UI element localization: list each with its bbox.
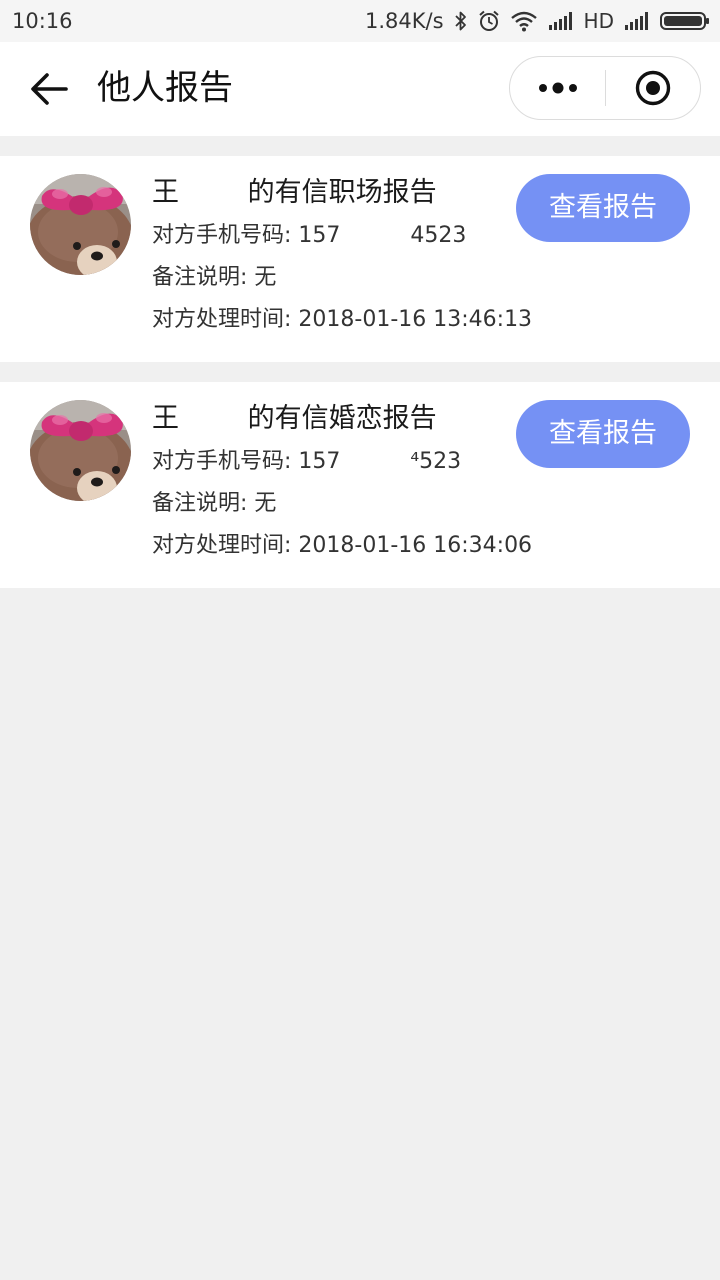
status-indicators: 1.84K/s HD <box>365 7 710 35</box>
network-speed: 1.84K/s <box>365 9 444 33</box>
mini-program-capsule <box>509 56 701 120</box>
report-card: 王 的有信婚恋报告 对方手机号码: 157 ⁴523 备注说明: 无 对方处理时… <box>0 382 720 588</box>
view-report-button[interactable]: 查看报告 <box>516 400 690 468</box>
battery-icon <box>660 10 710 32</box>
status-bar: 10:16 1.84K/s HD <box>0 0 720 42</box>
page-title: 他人报告 <box>97 68 233 108</box>
wifi-icon <box>510 10 538 32</box>
phone-number: 对方手机号码: 157 ⁴523 <box>152 449 462 474</box>
report-card: 王 的有信职场报告 对方手机号码: 157 4523 备注说明: 无 对方处理时… <box>0 156 720 362</box>
avatar <box>30 400 131 501</box>
status-time: 10:16 <box>12 9 73 33</box>
signal-icon <box>548 11 574 31</box>
report-list: 王 的有信职场报告 对方手机号码: 157 4523 备注说明: 无 对方处理时… <box>0 156 720 608</box>
hd-label: HD <box>583 9 614 33</box>
note-text: 备注说明: 无 <box>152 265 277 290</box>
more-dots-icon <box>539 82 577 94</box>
nav-bar: 他人报告 <box>0 42 720 136</box>
processed-time: 对方处理时间: 2018-01-16 16:34:06 <box>152 533 533 558</box>
back-button[interactable] <box>28 68 70 110</box>
close-button[interactable] <box>606 57 700 119</box>
more-button[interactable] <box>510 57 606 119</box>
processed-time: 对方处理时间: 2018-01-16 13:46:13 <box>152 307 533 332</box>
note-text: 备注说明: 无 <box>152 491 277 516</box>
report-title: 王 的有信婚恋报告 <box>152 403 437 434</box>
report-title: 王 的有信职场报告 <box>152 177 437 208</box>
phone-number: 对方手机号码: 157 4523 <box>152 223 467 248</box>
target-circle-icon <box>635 70 671 106</box>
avatar <box>30 174 131 275</box>
bluetooth-icon <box>454 10 468 32</box>
view-report-button[interactable]: 查看报告 <box>516 174 690 242</box>
arrow-left-icon <box>31 73 68 105</box>
alarm-icon <box>478 10 500 32</box>
signal-icon <box>624 11 650 31</box>
